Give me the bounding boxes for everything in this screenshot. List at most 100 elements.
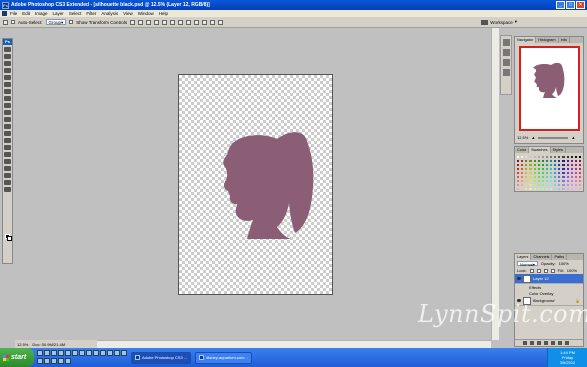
- align-middle-icon[interactable]: [138, 19, 144, 25]
- quicklaunch-icon[interactable]: [58, 358, 64, 364]
- opacity-value[interactable]: 100%: [559, 261, 569, 266]
- distribute-middle-icon[interactable]: [186, 19, 192, 25]
- quicklaunch-icon[interactable]: [86, 349, 92, 356]
- background-color-swatch[interactable]: [7, 236, 12, 241]
- shape-tool-icon[interactable]: [4, 166, 11, 171]
- move-tool-icon[interactable]: [3, 19, 8, 25]
- taskbar-item-photoshop[interactable]: Adobe Photoshop CS3 ...: [131, 351, 192, 364]
- navigator-zoom-value[interactable]: 12.5%: [517, 135, 528, 140]
- workspace-button[interactable]: Workspace ▾: [481, 19, 517, 25]
- zoom-slider[interactable]: [538, 136, 569, 139]
- quicklaunch-icon[interactable]: [65, 358, 71, 364]
- menu-layer[interactable]: Layer: [53, 11, 64, 16]
- lock-position-icon[interactable]: [543, 268, 548, 273]
- new-layer-icon[interactable]: [558, 341, 562, 345]
- layer-row-layer-12[interactable]: Layer 12: [515, 274, 583, 284]
- quicklaunch-icon[interactable]: [107, 349, 113, 356]
- quicklaunch-icon[interactable]: [65, 349, 71, 356]
- quicklaunch-icon[interactable]: [37, 349, 43, 356]
- maximize-button[interactable]: □: [566, 1, 575, 9]
- tab-layers[interactable]: Layers: [515, 254, 532, 260]
- distribute-center-icon[interactable]: [210, 19, 216, 25]
- quicklaunch-icon[interactable]: [121, 349, 127, 356]
- blend-mode-dropdown[interactable]: Normal ▾: [517, 261, 538, 267]
- lock-all-icon[interactable]: [550, 268, 555, 273]
- quicklaunch-icon[interactable]: [93, 349, 99, 356]
- auto-select-checkbox[interactable]: [11, 20, 15, 24]
- healing-brush-tool-icon[interactable]: [4, 89, 11, 94]
- trash-icon[interactable]: [565, 341, 569, 345]
- marquee-tool-icon[interactable]: [4, 54, 11, 59]
- quicklaunch-icon[interactable]: [51, 358, 57, 364]
- minimize-button[interactable]: _: [556, 1, 565, 9]
- vertical-scrollbar[interactable]: [491, 28, 499, 340]
- align-center-icon[interactable]: [162, 19, 168, 25]
- tab-channels[interactable]: Channels: [531, 254, 553, 260]
- magic-wand-tool-icon[interactable]: [4, 68, 11, 73]
- clone-source-icon[interactable]: [502, 59, 510, 66]
- close-button[interactable]: ×: [576, 1, 585, 9]
- tab-styles[interactable]: Styles: [551, 147, 566, 153]
- history-brush-tool-icon[interactable]: [4, 110, 11, 115]
- visibility-eye-icon[interactable]: [517, 277, 521, 280]
- menu-view[interactable]: View: [123, 11, 133, 16]
- tab-info[interactable]: Info: [559, 37, 570, 43]
- zoom-level[interactable]: 12.5%: [17, 342, 28, 347]
- tab-swatches[interactable]: Swatches: [529, 147, 551, 153]
- distribute-bottom-icon[interactable]: [194, 19, 200, 25]
- menu-analysis[interactable]: Analysis: [101, 11, 118, 16]
- distribute-top-icon[interactable]: [178, 19, 184, 25]
- quicklaunch-icon[interactable]: [51, 349, 57, 356]
- menu-edit[interactable]: Edit: [22, 11, 30, 16]
- link-layers-icon[interactable]: [523, 341, 527, 345]
- layer-mask-icon[interactable]: [537, 341, 541, 345]
- path-selection-tool-icon[interactable]: [4, 159, 11, 164]
- quicklaunch-icon[interactable]: [58, 349, 64, 356]
- auto-select-dropdown[interactable]: Group ▾: [45, 19, 67, 25]
- tab-color[interactable]: Color: [515, 147, 530, 153]
- brushes-icon[interactable]: [502, 39, 510, 46]
- system-tray-clock[interactable]: 1:44 PM Friday 3/9/2012: [547, 348, 587, 367]
- quicklaunch-icon[interactable]: [44, 358, 50, 364]
- menu-image[interactable]: Image: [35, 11, 48, 16]
- tab-navigator[interactable]: Navigator: [515, 37, 537, 43]
- lock-pixels-icon[interactable]: [536, 268, 541, 273]
- tool-presets-icon[interactable]: [502, 49, 510, 56]
- lasso-tool-icon[interactable]: [4, 61, 11, 66]
- adjustment-layer-icon[interactable]: [544, 341, 548, 345]
- align-bottom-icon[interactable]: [146, 19, 152, 25]
- tab-paths[interactable]: Paths: [552, 254, 568, 260]
- eraser-tool-icon[interactable]: [4, 117, 11, 122]
- quicklaunch-icon[interactable]: [72, 349, 78, 356]
- taskbar-item-disney[interactable]: disney-aquarium-colo...: [195, 351, 252, 364]
- layer-comps-icon[interactable]: [502, 69, 510, 76]
- quicklaunch-icon[interactable]: [100, 349, 106, 356]
- type-tool-icon[interactable]: [4, 152, 11, 157]
- zoom-out-icon[interactable]: ▲: [531, 135, 535, 140]
- notes-tool-icon[interactable]: [4, 173, 11, 178]
- zoom-in-icon[interactable]: ▲: [571, 135, 575, 140]
- swatch[interactable]: [577, 187, 582, 191]
- menu-filter[interactable]: Filter: [86, 11, 96, 16]
- eyedropper-tool-icon[interactable]: [4, 82, 11, 87]
- distribute-left-icon[interactable]: [202, 19, 208, 25]
- align-top-icon[interactable]: [130, 19, 136, 25]
- menu-window[interactable]: Window: [138, 11, 154, 16]
- navigator-preview[interactable]: [519, 46, 580, 131]
- align-right-icon[interactable]: [170, 19, 176, 25]
- blur-tool-icon[interactable]: [4, 131, 11, 136]
- move-tool-icon[interactable]: [4, 47, 11, 52]
- canvas[interactable]: [178, 74, 333, 295]
- tab-histogram[interactable]: Histogram: [536, 37, 559, 43]
- horizontal-scrollbar[interactable]: [97, 340, 491, 348]
- align-left-icon[interactable]: [154, 19, 160, 25]
- zoom-tool-icon[interactable]: [4, 187, 11, 192]
- dodge-tool-icon[interactable]: [4, 138, 11, 143]
- quicklaunch-icon[interactable]: [79, 349, 85, 356]
- start-button[interactable]: start: [0, 348, 34, 367]
- distribute-right-icon[interactable]: [218, 19, 224, 25]
- app-icon[interactable]: [2, 11, 7, 16]
- pen-tool-icon[interactable]: [4, 145, 11, 150]
- lock-transparency-icon[interactable]: [529, 268, 534, 273]
- new-group-icon[interactable]: [551, 341, 555, 345]
